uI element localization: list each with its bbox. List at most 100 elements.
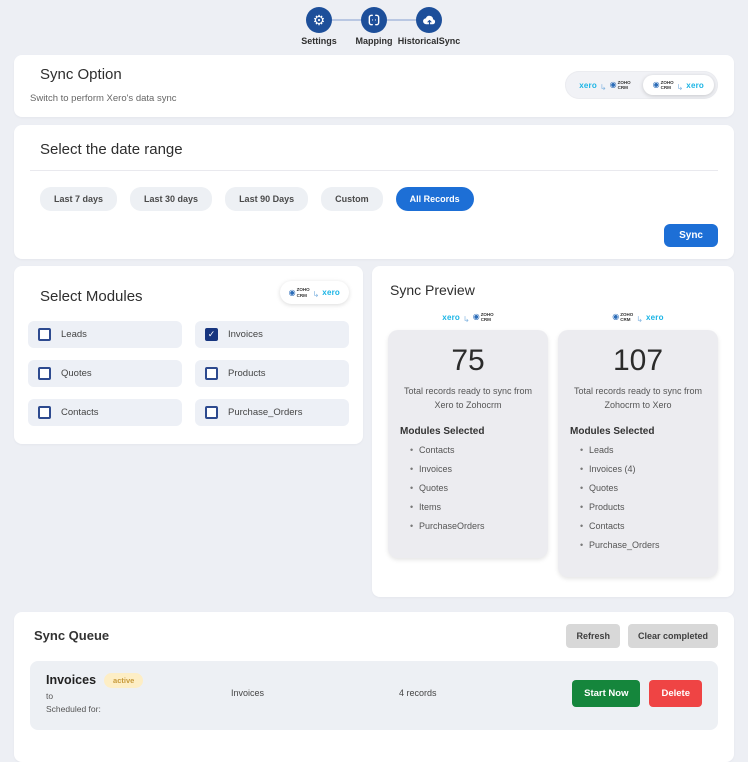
stepper-step-label: Settings [301,36,337,46]
zoho-wordmark-line: CRM [617,85,628,90]
module-option-products[interactable]: Products [195,360,349,387]
stepper-step-label: HistoricalSync [397,36,461,46]
direction-arrow-icon: ↳ [599,82,607,92]
date-range-options: Last 7 days Last 30 days Last 90 Days Custo… [40,187,718,211]
preview-module-item: Products [580,502,706,512]
sync-direction-logo: ◉ ZOHO CRM ↳ xero [279,281,349,304]
module-option-invoices[interactable]: ✓ Invoices [195,321,349,348]
preview-modules-title: Modules Selected [570,425,655,437]
sync-button[interactable]: Sync [664,224,718,247]
preview-module-item: Quotes [410,483,536,493]
preview-modules-list: Leads Invoices (4) Quotes Products Contacts P… [570,445,706,550]
checkbox-icon[interactable] [38,367,51,380]
preview-module-item: Items [410,502,536,512]
zoho-crm-logo: ◉ ZOHO CRM [610,80,631,90]
stepper-connector [387,19,416,21]
select-modules-title: Select Modules [40,288,143,305]
date-option-last-7-days[interactable]: Last 7 days [40,187,118,211]
preview-module-item: Quotes [580,483,706,493]
sync-option-title: Sync Option [40,66,122,83]
module-option-purchase-orders[interactable]: Purchase_Orders [195,399,349,426]
preview-module-item: Contacts [580,521,706,531]
preview-module-item: PurchaseOrders [410,521,536,531]
divider [30,170,718,171]
xero-logo: xero [442,312,460,322]
zoho-wordmark: ZOHO CRM [618,80,631,90]
zoho-crm-logo: ◉ ZOHO CRM [612,312,633,322]
sync-direction-option-zoho-to-xero[interactable]: ◉ ZOHO CRM ↳ xero [642,74,714,96]
checkbox-icon[interactable] [205,406,218,419]
xero-logo: xero [645,312,664,322]
date-option-last-90-days[interactable]: Last 90 Days [225,187,309,211]
module-label: Leads [61,329,87,340]
queue-row: Invoices active to Scheduled for: Invoic… [30,660,718,730]
stepper-step-settings[interactable]: ⚙ Settings [301,7,337,46]
sync-option-panel: Sync Option Switch to perform Xero's dat… [14,55,734,117]
direction-arrow-icon: ↳ [312,290,320,299]
checkbox-icon[interactable] [38,328,51,341]
queue-item-actions: Start Now Delete [572,679,702,707]
queue-item-name-line: Invoices active [46,672,231,688]
select-modules-header: Select Modules ◉ ZOHO CRM ↳ xero [28,280,349,305]
preview-record-count: 107 [612,344,664,377]
zoho-crm-logo: ◉ ZOHO CRM [289,287,310,297]
checkbox-icon[interactable] [205,367,218,380]
checkbox-icon[interactable] [38,406,51,419]
preview-direction-logo: ◉ ZOHO CRM ↳ xero [558,308,718,326]
module-label: Products [228,368,266,379]
cloud-sync-icon [416,7,442,33]
date-option-custom[interactable]: Custom [321,187,383,211]
preview-modules-title: Modules Selected [400,425,485,437]
sync-direction-option-xero-to-zoho[interactable]: xero ↳ ◉ ZOHO CRM [569,75,640,95]
date-range-panel: Select the date range Last 7 days Last 30… [14,125,734,259]
stepper-step-label: Mapping [355,36,393,46]
delete-button[interactable]: Delete [649,679,702,707]
direction-arrow-icon: ↳ [636,314,643,324]
zoho-wordmark-line: CRM [296,292,307,298]
zoho-wordmark: ZOHO CRM [297,287,310,297]
select-modules-panel: Select Modules ◉ ZOHO CRM ↳ xero Leads ✓ Invoi… [14,266,363,444]
preview-module-item: Contacts [410,445,536,455]
zoho-wordmark-line: CRM [660,85,671,90]
preview-module-item: Invoices [410,464,536,474]
zoho-icon: ◉ [652,80,660,89]
xero-logo: xero [322,288,340,297]
queue-item-module: Invoices [231,688,265,699]
date-option-last-30-days[interactable]: Last 30 days [130,187,213,211]
preview-module-item: Purchase_Orders [580,540,706,550]
refresh-button[interactable]: Refresh [566,623,620,648]
modules-grid: Leads ✓ Invoices Quotes Products Contacts Purc… [28,321,349,426]
stepper-step-mapping[interactable]: Mapping [356,7,393,46]
direction-arrow-icon: ↳ [676,82,684,92]
date-option-all-records[interactable]: All Records [395,187,474,211]
module-option-leads[interactable]: Leads [28,321,182,348]
zoho-icon: ◉ [612,312,620,321]
stepper-step-historicalsync[interactable]: HistoricalSync [398,7,460,46]
status-badge: active [104,672,144,688]
module-option-contacts[interactable]: Contacts [28,399,182,426]
preview-card: 107 Total records ready to sync from Zoho… [558,330,718,577]
preview-card: 75 Total records ready to sync from Xero … [388,330,548,558]
queue-item-records: 4 records [399,688,437,699]
checkbox-checked-icon[interactable]: ✓ [205,328,218,341]
preview-column-xero-to-zoho: xero ↳ ◉ ZOHO CRM 75 Total records ready to sy… [388,308,548,558]
sync-preview-title: Sync Preview [390,282,475,298]
clear-completed-button[interactable]: Clear completed [627,623,718,648]
date-range-title: Select the date range [40,141,183,158]
zoho-wordmark: ZOHO CRM [481,312,494,322]
sync-direction-toggle[interactable]: xero ↳ ◉ ZOHO CRM ◉ ZOHO CRM ↳ xero [565,70,718,100]
zoho-icon: ◉ [288,287,296,297]
sync-queue-header: Sync Queue Refresh Clear completed [30,623,718,648]
sync-queue-panel: Sync Queue Refresh Clear completed Invoi… [14,611,734,762]
start-now-button[interactable]: Start Now [572,679,641,707]
zoho-wordmark: ZOHO CRM [620,312,633,322]
module-label: Quotes [61,368,92,379]
sync-option-subtitle: Switch to perform Xero's data sync [30,93,177,104]
sync-button-row: Sync [30,224,718,247]
module-option-quotes[interactable]: Quotes [28,360,182,387]
zoho-crm-logo: ◉ ZOHO CRM [473,312,494,322]
stepper: ⚙ Settings Mapping HistoricalSync [14,0,734,53]
direction-arrow-icon: ↳ [463,314,470,324]
preview-direction-logo: xero ↳ ◉ ZOHO CRM [388,308,548,326]
preview-record-count: 75 [451,344,485,377]
